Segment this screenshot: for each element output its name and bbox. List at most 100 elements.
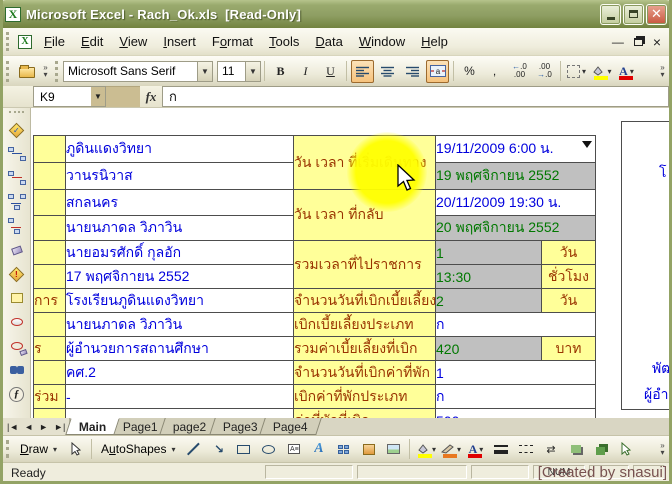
cell-person-name[interactable]: นายนภาดล วิภาวิน xyxy=(66,313,294,337)
increase-decimal-button[interactable]: ←.0.00 xyxy=(508,60,531,83)
next-sheet-button[interactable]: ► xyxy=(39,422,48,432)
decrease-decimal-button[interactable]: .00→.0 xyxy=(533,60,556,83)
label-total-allowance[interactable]: รวมค่าเบี้ยเลี้ยงที่เบิก xyxy=(294,337,436,361)
menu-format[interactable]: Format xyxy=(204,31,261,52)
drawing-toolbar-options-button[interactable]: »▾ xyxy=(656,442,669,456)
shadow-style-button[interactable] xyxy=(564,438,587,461)
new-comment-icon[interactable] xyxy=(6,287,28,309)
cell-left-label[interactable] xyxy=(34,216,66,241)
select-objects-button[interactable] xyxy=(64,438,87,461)
borders-button[interactable]: ▾ xyxy=(565,60,588,83)
auditing-toolbar-grip[interactable] xyxy=(9,111,24,117)
cell-allowance-type-value[interactable]: ก xyxy=(436,313,596,337)
insert-picture-button[interactable] xyxy=(382,438,405,461)
cell-lodging-type-value[interactable]: ก xyxy=(436,385,596,409)
evaluate-formula-icon[interactable]: ƒ xyxy=(6,383,28,405)
oval-tool-button[interactable] xyxy=(257,438,280,461)
workbook-close-button[interactable]: × xyxy=(653,34,661,50)
draw-menu-button[interactable]: Draw▾ xyxy=(14,440,63,458)
cell-province[interactable]: สกลนคร xyxy=(66,190,294,216)
insert-function-button[interactable]: fx xyxy=(140,86,162,107)
show-watch-window-icon[interactable] xyxy=(6,359,28,381)
error-alert-icon[interactable]: ! xyxy=(6,263,28,285)
formatting-toolbar-grip[interactable] xyxy=(55,61,60,82)
remove-precedent-arrows-icon[interactable] xyxy=(6,167,28,189)
tab-page4[interactable]: Page4 xyxy=(260,418,322,435)
draw-fill-color-button[interactable]: ▾ xyxy=(414,438,437,461)
diagram-button[interactable] xyxy=(332,438,355,461)
trace-precedents-icon[interactable] xyxy=(6,143,28,165)
wordart-button[interactable]: A xyxy=(307,438,330,461)
remove-dependent-arrows-icon[interactable] xyxy=(6,215,28,237)
menu-view[interactable]: View xyxy=(111,31,155,52)
toolbar-grip[interactable] xyxy=(6,32,11,51)
cell-left-label[interactable] xyxy=(34,241,66,265)
unit-hours[interactable]: ชั่วโมง xyxy=(542,265,596,289)
cell-school-name[interactable]: ภูดินแดงวิทยา xyxy=(66,136,294,163)
bold-button[interactable]: B xyxy=(269,60,292,83)
cell-hours-value[interactable]: 13:30 xyxy=(436,265,542,289)
cell-school[interactable]: โรงเรียนภูดินแดงวิทยา xyxy=(66,289,294,313)
cell-left-label[interactable]: ร่วม xyxy=(34,385,66,409)
tab-main[interactable]: Main xyxy=(66,418,121,435)
font-size-combo[interactable]: 11▼ xyxy=(217,61,261,82)
label-allowance-type[interactable]: เบิกเบี้ยเลี้ยงประเภท xyxy=(294,313,436,337)
cell-clipped[interactable] xyxy=(66,409,294,419)
dropdown-arrow-icon[interactable] xyxy=(582,141,592,148)
cell-depart-date-thai[interactable]: 19 พฤศจิกายน 2552 xyxy=(436,163,596,190)
arrow-style-button[interactable]: ⇄ xyxy=(539,438,562,461)
cell-days-value[interactable]: 1 xyxy=(436,241,542,265)
cell-total-allowance-value[interactable]: 420 xyxy=(436,337,542,361)
comma-style-button[interactable]: , xyxy=(483,60,506,83)
cell-left-label[interactable] xyxy=(34,190,66,216)
label-lodging-days[interactable]: จำนวนวันที่เบิกค่าที่พัก xyxy=(294,361,436,385)
name-box-dropdown-icon[interactable]: ▼ xyxy=(91,86,106,107)
open-button[interactable] xyxy=(15,60,38,83)
cell-level[interactable]: คศ.2 xyxy=(66,361,294,385)
prev-sheet-button[interactable]: ◄ xyxy=(24,422,33,432)
standard-toolbar-grip[interactable] xyxy=(6,61,11,82)
cell-district[interactable]: วานรนิวาส xyxy=(66,163,294,190)
adjacent-form-area[interactable]: โ พัฒ ผู้อำน xyxy=(621,121,669,410)
cell-left-label[interactable]: การ xyxy=(34,289,66,313)
menu-help[interactable]: Help xyxy=(413,31,456,52)
title-bar[interactable]: X Microsoft Excel - Rach_Ok.xls [Read-On… xyxy=(0,0,672,28)
arrow-tool-button[interactable]: ↘ xyxy=(207,438,230,461)
drawing-toolbar-grip[interactable] xyxy=(6,440,11,458)
error-checking-icon[interactable]: ✓ xyxy=(6,119,28,141)
clip-art-button[interactable] xyxy=(357,438,380,461)
menu-edit[interactable]: Edit xyxy=(73,31,111,52)
menu-insert[interactable]: Insert xyxy=(155,31,204,52)
formula-bar-splitter[interactable] xyxy=(106,86,140,107)
font-color-button[interactable]: A ▾ xyxy=(615,60,638,83)
cell-date[interactable]: 17 พฤศจิกายน 2552 xyxy=(66,265,294,289)
first-sheet-button[interactable]: |◄ xyxy=(7,422,18,432)
close-button[interactable]: ✕ xyxy=(646,4,667,25)
autoshapes-menu-button[interactable]: AutoShapes▾ xyxy=(95,440,181,458)
formatting-toolbar-options-button[interactable]: »▾ xyxy=(656,64,669,78)
cell-lodging-days-value[interactable]: 1 xyxy=(436,361,596,385)
percent-style-button[interactable]: % xyxy=(458,60,481,83)
cell-left-label[interactable] xyxy=(34,313,66,337)
unit-days[interactable]: วัน xyxy=(542,241,596,265)
remove-all-arrows-icon[interactable] xyxy=(6,239,28,261)
font-size-dropdown-icon[interactable]: ▼ xyxy=(245,62,260,81)
standard-toolbar-options-button[interactable]: »▾ xyxy=(39,64,52,78)
workbook-restore-button[interactable] xyxy=(634,38,643,46)
line-tool-button[interactable] xyxy=(182,438,205,461)
font-name-combo[interactable]: Microsoft Sans Serif▼ xyxy=(63,61,213,82)
cell-position[interactable]: ผู้อำนวยการสถานศึกษา xyxy=(66,337,294,361)
cell-left-label[interactable] xyxy=(34,163,66,190)
menu-window[interactable]: Window xyxy=(351,31,413,52)
italic-button[interactable]: I xyxy=(294,60,317,83)
circle-invalid-data-icon[interactable] xyxy=(6,311,28,333)
cell-person-name[interactable]: นายนภาดล วิภาวิน xyxy=(66,216,294,241)
trace-dependents-icon[interactable] xyxy=(6,191,28,213)
clear-validation-circles-icon[interactable] xyxy=(6,335,28,357)
font-name-dropdown-icon[interactable]: ▼ xyxy=(197,62,212,81)
cell-left-label[interactable] xyxy=(34,265,66,289)
underline-button[interactable]: U xyxy=(319,60,342,83)
cell-left-label[interactable]: ร xyxy=(34,337,66,361)
draw-font-color-button[interactable]: A ▾ xyxy=(464,438,487,461)
menu-tools[interactable]: Tools xyxy=(261,31,307,52)
